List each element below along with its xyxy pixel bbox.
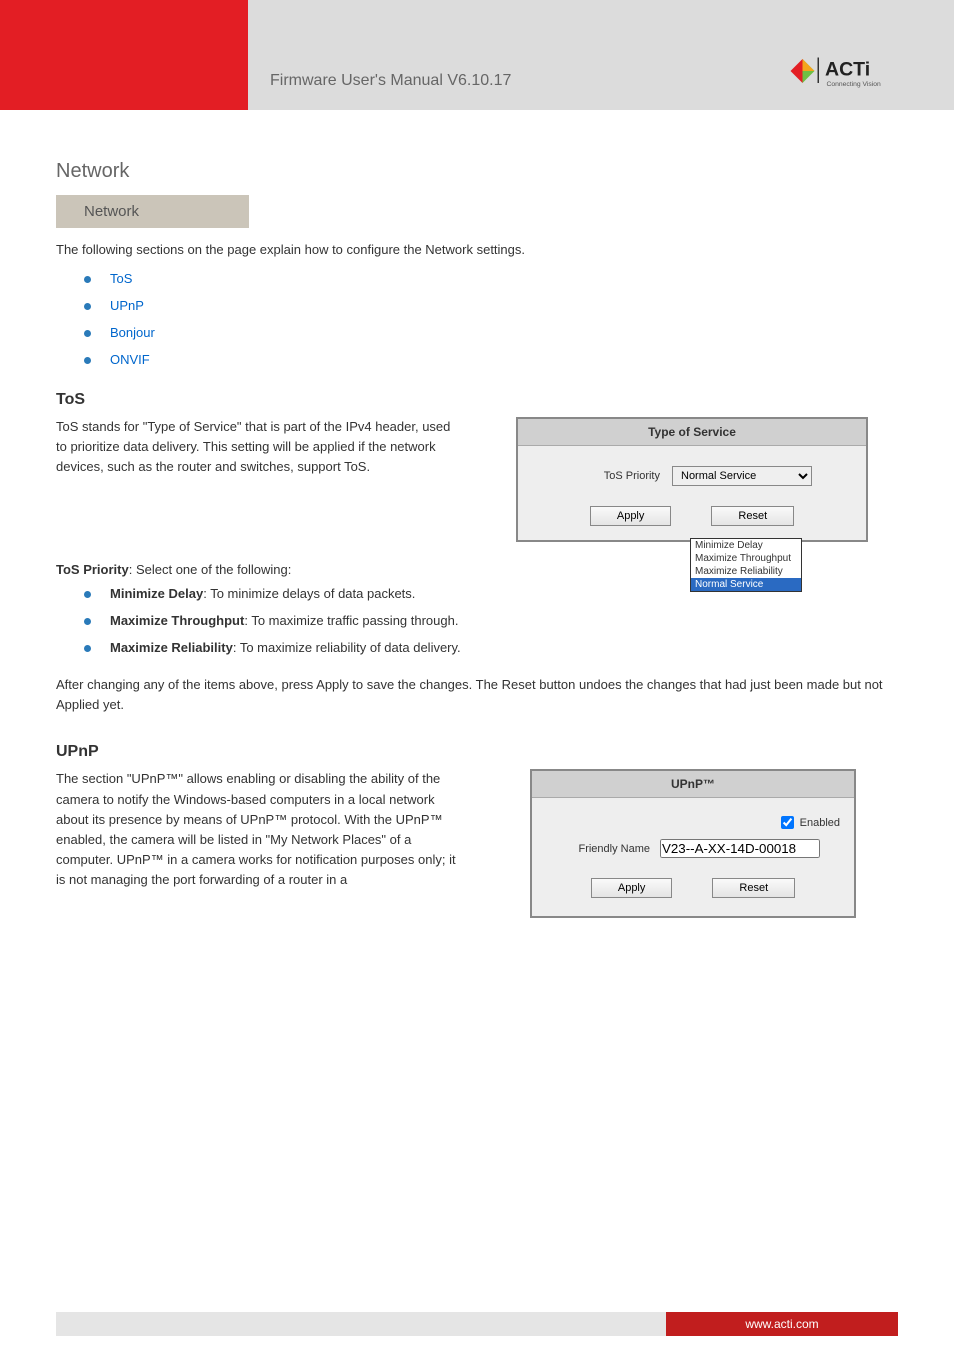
svg-text:ACTi: ACTi bbox=[825, 59, 870, 81]
doc-title: Firmware User's Manual V6.10.17 bbox=[270, 72, 511, 90]
link-onvif-text[interactable]: ONVIF bbox=[110, 352, 150, 367]
tos-heading: ToS bbox=[56, 391, 898, 409]
tos-priority-subheading: ToS Priority bbox=[56, 562, 129, 577]
network-tab-label: Network bbox=[84, 203, 139, 220]
footer-url[interactable]: www.acti.com bbox=[666, 1312, 898, 1336]
footer-bar: www.acti.com bbox=[56, 1312, 898, 1336]
upnp-panel-title: UPnP™ bbox=[532, 771, 854, 798]
tos-opt-maximize-throughput[interactable]: Maximize Throughput bbox=[691, 552, 801, 565]
upnp-apply-button[interactable]: Apply bbox=[591, 878, 673, 898]
tos-reset-label: Reset bbox=[738, 510, 767, 522]
tos-priority-select[interactable]: Normal Service bbox=[672, 466, 812, 486]
tos-options-list: Minimize Delay: To minimize delays of da… bbox=[110, 580, 898, 661]
svg-text:Connecting Vision: Connecting Vision bbox=[827, 81, 882, 88]
tos-bullet-max-throughput: Maximize Throughput: To maximize traffic… bbox=[110, 607, 898, 634]
link-bonjour[interactable]: Bonjour bbox=[110, 319, 898, 346]
link-onvif[interactable]: ONVIF bbox=[110, 346, 898, 373]
tos-panel-title: Type of Service bbox=[518, 419, 866, 446]
tos-b1-desc: : To maximize traffic passing through. bbox=[244, 613, 458, 628]
doc-title-text: Firmware User's Manual V6.10.17 bbox=[270, 72, 511, 89]
tos-b0-label: Minimize Delay bbox=[110, 586, 203, 601]
tos-apply-note: After changing any of the items above, p… bbox=[56, 675, 898, 715]
header-red-block bbox=[0, 0, 248, 110]
upnp-apply-label: Apply bbox=[618, 882, 646, 894]
upnp-paragraph: The section "UPnP™" allows enabling or d… bbox=[56, 769, 456, 890]
upnp-enabled-label: Enabled bbox=[800, 817, 840, 829]
upnp-friendly-input[interactable] bbox=[660, 839, 820, 858]
tos-apply-button[interactable]: Apply bbox=[590, 506, 672, 526]
acti-logo: ACTi Connecting Vision bbox=[786, 50, 906, 92]
upnp-friendly-label: Friendly Name bbox=[546, 843, 660, 855]
link-tos[interactable]: ToS bbox=[110, 265, 898, 292]
network-tab[interactable]: Network bbox=[56, 195, 249, 228]
upnp-panel: UPnP™ Enabled Friendly Name Apply bbox=[530, 769, 856, 918]
link-upnp-text[interactable]: UPnP bbox=[110, 298, 144, 313]
upnp-heading: UPnP bbox=[56, 743, 898, 761]
tos-paragraph: ToS stands for "Type of Service" that is… bbox=[56, 417, 456, 477]
tos-b1-label: Maximize Throughput bbox=[110, 613, 244, 628]
tos-subtext: Select one of the following: bbox=[136, 562, 291, 577]
link-upnp[interactable]: UPnP bbox=[110, 292, 898, 319]
tos-priority-label: ToS Priority bbox=[572, 470, 672, 482]
tos-b2-desc: : To maximize reliability of data delive… bbox=[233, 640, 461, 655]
tos-panel: Type of Service ToS Priority Normal Serv… bbox=[516, 417, 868, 542]
link-bonjour-text[interactable]: Bonjour bbox=[110, 325, 155, 340]
link-tos-text[interactable]: ToS bbox=[110, 271, 132, 286]
network-links-list: ToS UPnP Bonjour ONVIF bbox=[110, 265, 898, 373]
tos-bullet-max-reliability: Maximize Reliability: To maximize reliab… bbox=[110, 634, 898, 661]
tos-reset-button[interactable]: Reset bbox=[711, 506, 794, 526]
upnp-reset-label: Reset bbox=[739, 882, 768, 894]
section-heading-network: Network bbox=[56, 160, 898, 183]
tos-apply-label: Apply bbox=[617, 510, 645, 522]
tos-opt-maximize-reliability[interactable]: Maximize Reliability bbox=[691, 565, 801, 578]
tos-b0-desc: : To minimize delays of data packets. bbox=[203, 586, 415, 601]
upnp-enabled-checkbox[interactable] bbox=[781, 816, 794, 829]
tos-b2-label: Maximize Reliability bbox=[110, 640, 233, 655]
tos-bullet-min-delay: Minimize Delay: To minimize delays of da… bbox=[110, 580, 898, 607]
upnp-reset-button[interactable]: Reset bbox=[712, 878, 795, 898]
network-intro: The following sections on the page expla… bbox=[56, 242, 898, 257]
tos-opt-minimize-delay[interactable]: Minimize Delay bbox=[691, 539, 801, 552]
